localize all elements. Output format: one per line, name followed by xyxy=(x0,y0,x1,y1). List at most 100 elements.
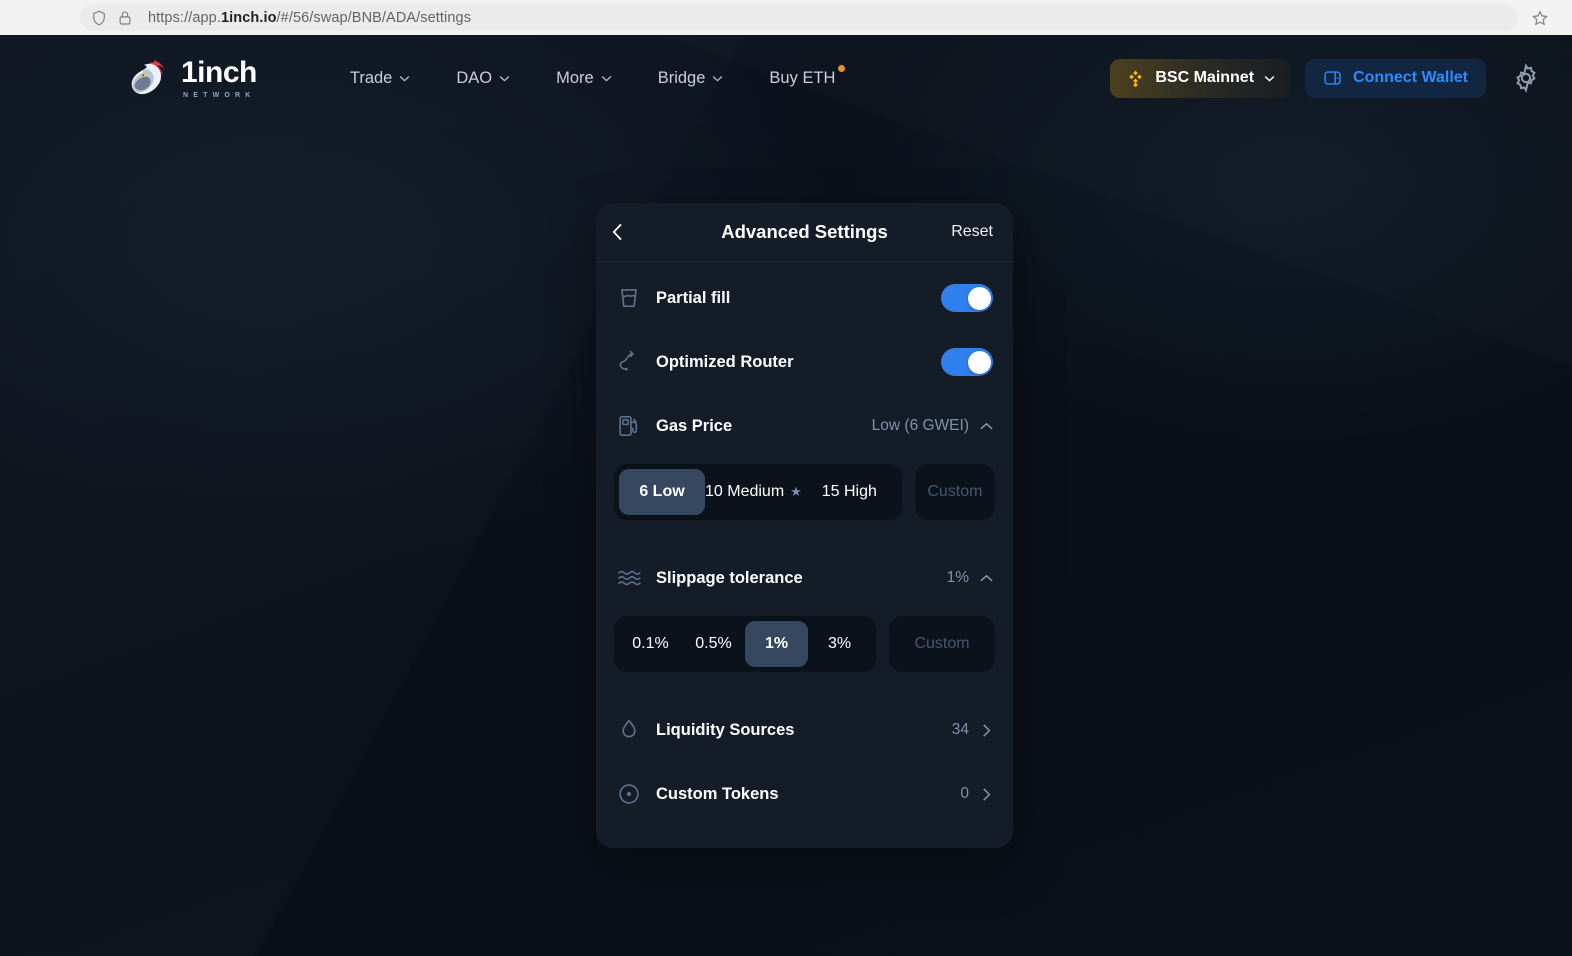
custom-tokens-count: 0 xyxy=(960,785,969,802)
url-text: https://app.1inch.io/#/56/swap/BNB/ADA/s… xyxy=(148,10,471,26)
reset-button[interactable]: Reset xyxy=(951,223,993,241)
circle-dot-icon xyxy=(616,781,642,807)
nav-item-trade[interactable]: Trade xyxy=(327,59,434,98)
logo-subtitle: NETWORK xyxy=(183,91,256,99)
slippage-label: Slippage tolerance xyxy=(656,568,803,587)
nav-item-label: Bridge xyxy=(657,68,706,87)
slippage-right: 1% xyxy=(947,569,993,587)
chevron-right-icon xyxy=(983,787,991,801)
nav-item-label: Trade xyxy=(349,68,393,87)
gas-option-low[interactable]: 6 Low xyxy=(619,469,705,515)
chevron-down-icon xyxy=(400,75,410,82)
chevron-right-icon xyxy=(983,723,991,737)
optimized-router-label: Optimized Router xyxy=(656,352,794,371)
custom-tokens-right: 0 xyxy=(960,785,993,803)
slippage-option-label: 1% xyxy=(764,635,789,652)
address-bar[interactable]: https://app.1inch.io/#/56/swap/BNB/ADA/s… xyxy=(80,4,1518,31)
advanced-settings-panel: Advanced Settings Reset Partial fill Opt… xyxy=(596,203,1013,848)
custom-tokens-label: Custom Tokens xyxy=(656,784,779,803)
route-icon xyxy=(616,349,642,375)
gas-option-label: 15 High xyxy=(821,483,877,500)
glass-fill-icon xyxy=(616,285,642,311)
panel-header: Advanced Settings Reset xyxy=(596,203,1013,262)
lock-icon xyxy=(119,11,131,25)
gas-price-segment-group: 6 Low 10 Medium ★ 15 High xyxy=(614,464,902,520)
browser-toolbar: https://app.1inch.io/#/56/swap/BNB/ADA/s… xyxy=(0,0,1572,35)
1inch-logo[interactable]: 1inch NETWORK xyxy=(124,56,257,100)
slippage-custom-input[interactable]: Custom xyxy=(889,616,995,672)
url-brand: 1inch.io xyxy=(220,9,277,26)
slippage-value: 1% xyxy=(946,569,969,586)
chevron-down-icon xyxy=(601,75,612,82)
nav-item-label: More xyxy=(556,68,594,87)
connect-wallet-label: Connect Wallet xyxy=(1353,69,1468,86)
slippage-option-label: 0.5% xyxy=(695,635,732,652)
nav-item-buy-eth[interactable]: Buy ETH xyxy=(746,59,858,98)
custom-tokens-row[interactable]: Custom Tokens 0 xyxy=(614,762,995,826)
gas-option-label: 10 Medium xyxy=(705,483,785,500)
nav-item-bridge[interactable]: Bridge xyxy=(635,59,747,98)
slippage-option-label: 0.1% xyxy=(632,635,669,652)
liquidity-sources-label: Liquidity Sources xyxy=(656,720,795,739)
slippage-option-0-5[interactable]: 0.5% xyxy=(682,621,745,667)
partial-fill-label: Partial fill xyxy=(656,288,731,307)
binance-icon xyxy=(1129,70,1143,87)
gas-option-high[interactable]: 15 High xyxy=(802,469,897,515)
chevron-up-icon[interactable] xyxy=(980,572,993,585)
toggle-knob xyxy=(967,286,991,310)
slippage-segment-group: 0.1% 0.5% 1% 3% xyxy=(614,616,876,672)
gas-price-row[interactable]: Gas Price Low (6 GWEI) xyxy=(614,394,995,458)
logo-wordmark: 1inch NETWORK xyxy=(181,55,257,99)
nav-items: Trade DAO More Bridge Buy ETH xyxy=(327,59,859,98)
gear-icon[interactable] xyxy=(1510,62,1542,94)
gas-price-options: 6 Low 10 Medium ★ 15 High Custom xyxy=(614,458,995,532)
connect-wallet-button[interactable]: Connect Wallet xyxy=(1305,58,1486,98)
url-prefix: https://app. xyxy=(148,9,221,26)
network-label: BSC Mainnet xyxy=(1155,69,1255,86)
logo-word: 1inch xyxy=(181,55,257,89)
liquidity-sources-row[interactable]: Liquidity Sources 34 xyxy=(614,698,995,762)
star-icon[interactable] xyxy=(1530,8,1550,28)
slippage-option-label: 3% xyxy=(827,635,852,652)
optimized-router-row: Optimized Router xyxy=(614,330,995,394)
gas-option-label: 6 Low xyxy=(639,483,685,500)
nav-item-label: Buy ETH xyxy=(769,68,836,87)
waves-icon xyxy=(616,565,642,591)
nav-item-label: DAO xyxy=(456,68,493,87)
optimized-router-right xyxy=(941,348,993,376)
slippage-option-3[interactable]: 3% xyxy=(808,621,871,667)
nav-item-dao[interactable]: DAO xyxy=(433,59,533,98)
partial-fill-right xyxy=(941,284,993,312)
fuel-pump-icon xyxy=(616,413,642,439)
partial-fill-toggle[interactable] xyxy=(941,284,993,312)
droplet-icon xyxy=(616,717,642,743)
url-suffix: /#/56/swap/BNB/ADA/settings xyxy=(276,9,472,26)
gas-option-medium[interactable]: 10 Medium ★ xyxy=(705,469,802,515)
chevron-down-icon xyxy=(499,75,510,82)
nav-item-more[interactable]: More xyxy=(533,59,635,98)
top-navigation: 1inch NETWORK Trade DAO More Bridge Buy … xyxy=(0,35,1572,121)
star-icon: ★ xyxy=(790,484,802,499)
panel-body: Partial fill Optimized Router Gas Price … xyxy=(596,262,1013,848)
nav-right-actions: BSC Mainnet Connect Wallet xyxy=(1110,58,1542,98)
wallet-icon xyxy=(1324,71,1341,85)
liquidity-sources-count: 34 xyxy=(951,721,969,738)
new-badge-dot xyxy=(838,64,846,72)
chevron-left-icon[interactable] xyxy=(612,223,623,241)
gas-price-custom-input[interactable]: Custom xyxy=(914,464,995,520)
gas-price-right: Low (6 GWEI) xyxy=(872,417,993,435)
slippage-option-0-1[interactable]: 0.1% xyxy=(619,621,682,667)
unicorn-logo-icon xyxy=(131,60,165,95)
chevron-down-icon xyxy=(1264,75,1275,82)
shield-icon xyxy=(93,10,105,25)
app-viewport: 1inch NETWORK Trade DAO More Bridge Buy … xyxy=(0,35,1572,956)
toggle-knob xyxy=(967,350,991,374)
slippage-row[interactable]: Slippage tolerance 1% xyxy=(614,546,995,610)
network-selector[interactable]: BSC Mainnet xyxy=(1110,58,1292,98)
optimized-router-toggle[interactable] xyxy=(941,348,993,376)
partial-fill-row: Partial fill xyxy=(614,266,995,330)
chevron-up-icon[interactable] xyxy=(980,420,993,433)
slippage-option-1[interactable]: 1% xyxy=(745,621,808,667)
